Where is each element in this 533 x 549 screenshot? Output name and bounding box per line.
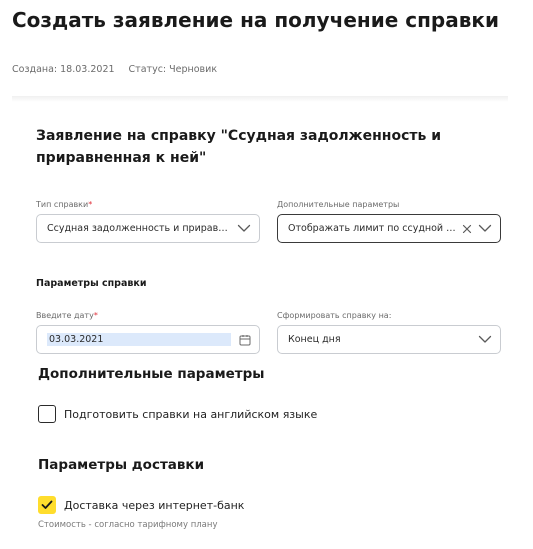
form-on-label: Сформировать справку на: [277, 311, 392, 320]
chevron-down-icon [478, 224, 492, 233]
date-input[interactable]: 03.03.2021 [36, 325, 260, 354]
date-value: 03.03.2021 [47, 333, 231, 346]
form-on-select[interactable]: Конец дня [277, 325, 501, 354]
delivery-cost-note: Стоимость - согласно тарифному плану [38, 520, 218, 530]
status-text: Статус: Черновик [128, 64, 218, 75]
form-on-value: Конец дня [288, 334, 341, 345]
delivery-params-heading: Параметры доставки [38, 457, 205, 473]
chevron-down-icon [237, 224, 251, 233]
extra-params-value: Отображать лимит по ссудной задолженност… [288, 223, 456, 234]
english-label: Подготовить справки на английском языке [64, 407, 318, 421]
english-checkbox[interactable] [38, 405, 56, 423]
certificate-type-value: Ссудная задолженность и приравненная к н… [47, 223, 231, 234]
certificate-params-heading: Параметры справки [36, 278, 147, 289]
english-option[interactable]: Подготовить справки на английском языке [38, 405, 317, 423]
required-mark: * [93, 311, 98, 320]
internet-bank-option[interactable]: Доставка через интернет-банк [38, 496, 244, 514]
created-date: Создана: 18.03.2021 [12, 64, 115, 75]
internet-bank-label: Доставка через интернет-банк [64, 498, 245, 512]
extra-params-select[interactable]: Отображать лимит по ссудной задолженност… [277, 214, 501, 243]
extra-params-label: Дополнительные параметры [277, 200, 400, 209]
calendar-icon[interactable] [239, 334, 251, 346]
page-title: Создать заявление на получение справки [12, 8, 499, 32]
required-mark: * [88, 200, 93, 209]
card-top-shadow [12, 96, 508, 102]
chevron-down-icon [478, 335, 492, 344]
date-label: Введите дату* [36, 311, 98, 320]
check-icon [41, 500, 53, 509]
internet-bank-checkbox[interactable] [38, 496, 56, 514]
document-meta: Создана: 18.03.2021 Статус: Черновик [12, 64, 217, 75]
additional-params-heading: Дополнительные параметры [38, 366, 265, 382]
certificate-type-select[interactable]: Ссудная задолженность и приравненная к н… [36, 214, 260, 243]
form-title: Заявление на справку "Ссудная задолженно… [36, 128, 442, 166]
close-icon[interactable] [462, 224, 472, 234]
certificate-type-label: Тип справки* [36, 200, 93, 209]
